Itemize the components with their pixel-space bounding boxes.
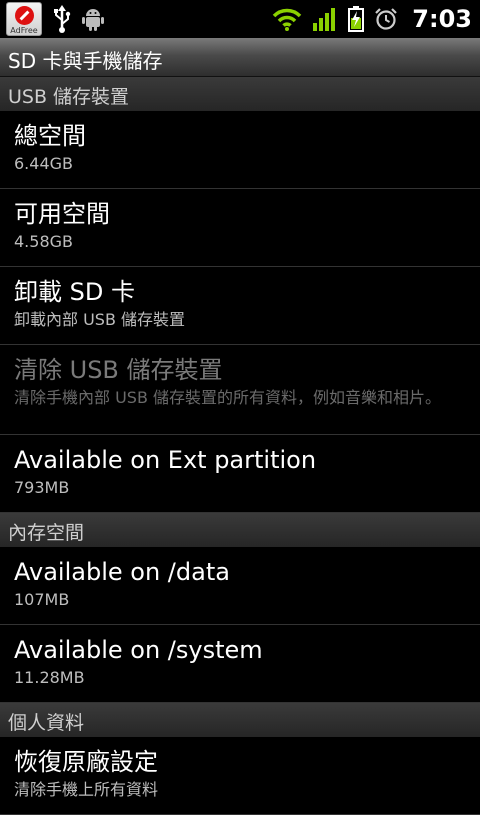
item-title: 可用空間 xyxy=(14,200,110,228)
ext-partition-item[interactable]: Available on Ext partition 793MB xyxy=(0,435,480,513)
unmount-sd-item[interactable]: 卸載 SD 卡 卸載內部 USB 儲存裝置 xyxy=(0,267,480,345)
battery-charging-icon xyxy=(348,6,365,32)
section-header-personal: 個人資料 xyxy=(0,703,480,737)
system-partition-item[interactable]: Available on /system 11.28MB xyxy=(0,625,480,703)
section-header-usb: USB 儲存裝置 xyxy=(0,77,480,111)
item-title: 總空間 xyxy=(14,122,86,150)
preference-list[interactable]: USB 儲存裝置 總空間 6.44GB 可用空間 4.58GB 卸載 SD 卡 … xyxy=(0,77,480,815)
status-bar: AdFree 7:03 xyxy=(0,0,480,38)
item-title: 卸載 SD 卡 xyxy=(14,278,135,306)
item-summary: 清除手機上所有資料 xyxy=(14,780,159,799)
item-title: Available on Ext partition xyxy=(14,446,317,474)
item-title: Available on /data xyxy=(14,558,230,586)
item-summary: 清除手機內部 USB 儲存裝置的所有資料，例如音樂和相片。 xyxy=(14,388,442,407)
alarm-icon xyxy=(374,7,398,31)
erase-usb-storage-item[interactable]: 清除 USB 儲存裝置 清除手機內部 USB 儲存裝置的所有資料，例如音樂和相片… xyxy=(0,345,480,435)
total-space-item[interactable]: 總空間 6.44GB xyxy=(0,111,480,189)
item-summary: 卸載內部 USB 儲存裝置 xyxy=(14,310,186,329)
signal-icon xyxy=(312,7,338,31)
android-debug-icon xyxy=(82,7,104,31)
page-title: SD 卡與手機儲存 xyxy=(8,49,163,73)
item-title: 清除 USB 儲存裝置 xyxy=(14,356,223,384)
factory-reset-item[interactable]: 恢復原廠設定 清除手機上所有資料 xyxy=(0,737,480,815)
item-summary: 107MB xyxy=(14,590,70,609)
item-summary: 4.58GB xyxy=(14,232,73,251)
adfree-label: AdFree xyxy=(10,26,38,35)
adfree-app-icon: AdFree xyxy=(6,2,42,36)
data-partition-item[interactable]: Available on /data 107MB xyxy=(0,547,480,625)
clock: 7:03 xyxy=(412,5,472,33)
title-bar: SD 卡與手機儲存 xyxy=(0,38,480,77)
wifi-icon xyxy=(272,7,302,31)
usb-icon xyxy=(52,4,72,34)
item-title: Available on /system xyxy=(14,636,263,664)
section-header-internal: 內存空間 xyxy=(0,513,480,547)
item-title: 恢復原廠設定 xyxy=(14,748,158,776)
item-summary: 6.44GB xyxy=(14,154,73,173)
item-summary: 793MB xyxy=(14,478,70,497)
item-summary: 11.28MB xyxy=(14,668,85,687)
available-space-item[interactable]: 可用空間 4.58GB xyxy=(0,189,480,267)
